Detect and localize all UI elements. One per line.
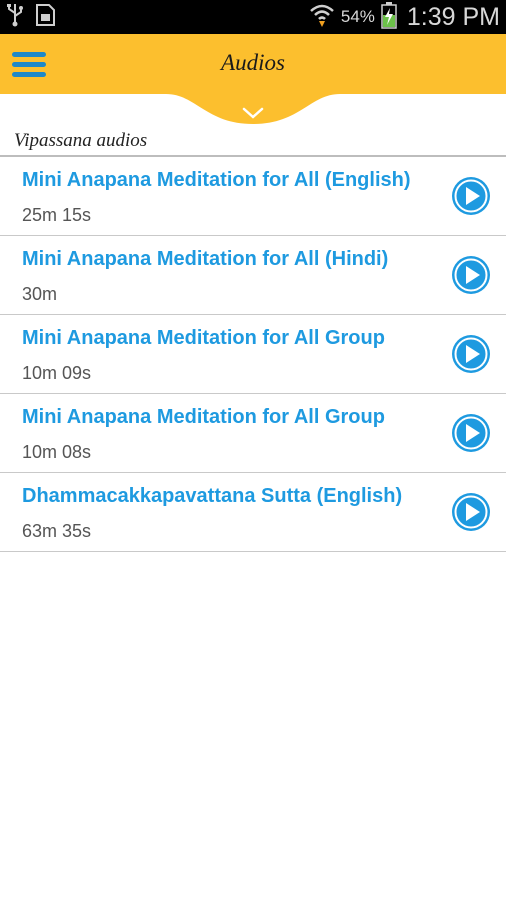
play-icon[interactable] [450,491,492,533]
play-icon[interactable] [450,412,492,454]
wifi-icon [309,2,335,33]
list-item[interactable]: Dhammacakkapavattana Sutta (English) 63m… [0,473,506,552]
list-item[interactable]: Mini Anapana Meditation for All Group 10… [0,394,506,473]
play-icon[interactable] [450,333,492,375]
chevron-down-icon[interactable] [241,106,265,120]
status-bar: 54% 1:39 PM [0,0,506,34]
audio-title: Mini Anapana Meditation for All Group [22,327,385,349]
audio-duration: 63m 35s [22,521,92,541]
audio-duration: 30m [22,284,58,304]
audio-duration: 25m 15s [22,205,92,225]
play-icon[interactable] [450,175,492,217]
list-item[interactable]: Mini Anapana Meditation for All Group 10… [0,315,506,394]
audio-title: Mini Anapana Meditation for All (English… [22,169,411,191]
play-icon[interactable] [450,254,492,296]
audio-title: Mini Anapana Meditation for All (Hindi) [22,248,389,270]
sim-card-icon [34,3,56,32]
status-left [6,3,56,32]
app-header: Audios [0,34,506,126]
audio-duration: 10m 08s [22,442,92,462]
section-title: Vipassana audios [14,130,148,151]
battery-charging-icon [381,1,397,34]
list-item[interactable]: Mini Anapana Meditation for All (Hindi) … [0,236,506,315]
battery-percent: 54% [340,7,375,26]
audio-title: Mini Anapana Meditation for All Group [22,406,385,428]
audio-list: Mini Anapana Meditation for All (English… [0,157,506,552]
audio-title: Dhammacakkapavattana Sutta (English) [22,485,403,507]
clock: 1:39 PM [406,2,500,31]
list-item[interactable]: Mini Anapana Meditation for All (English… [0,157,506,236]
status-right: 54% 1:39 PM [309,0,500,34]
audio-duration: 10m 09s [22,363,92,383]
usb-icon [6,3,24,32]
page-title: Audios [221,50,285,75]
